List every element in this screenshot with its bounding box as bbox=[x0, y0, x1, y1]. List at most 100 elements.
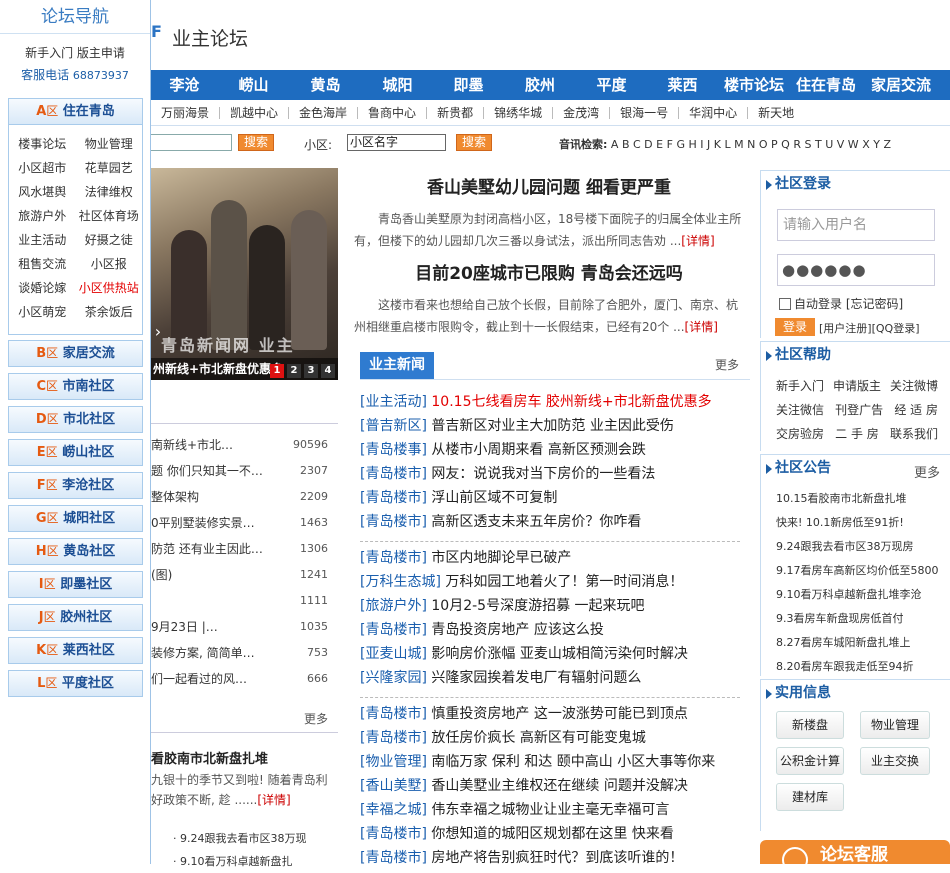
activity-detail-link[interactable]: [详情] bbox=[257, 793, 290, 807]
zone-h-header[interactable]: H区 黄岛社区 bbox=[8, 538, 143, 565]
news-category[interactable]: [兴隆家园] bbox=[360, 670, 427, 686]
fund-calculator-button[interactable]: 公积金计算 bbox=[776, 747, 844, 775]
news-category[interactable]: [幸福之城] bbox=[360, 802, 427, 818]
letter-link[interactable]: F bbox=[667, 138, 673, 151]
subnav-item[interactable]: 新贵都 bbox=[427, 106, 485, 119]
login-button[interactable]: 登录 bbox=[775, 318, 815, 336]
news-title[interactable]: 影响房价涨幅 亚麦山城相简污染何时解决 bbox=[431, 646, 687, 662]
help-link[interactable]: 关注微信 bbox=[776, 398, 824, 422]
nav-item[interactable]: 家居交流 bbox=[862, 70, 940, 100]
letter-link[interactable]: U bbox=[825, 138, 833, 151]
zone-a-link[interactable]: 风水堪舆 bbox=[9, 180, 76, 204]
password-input[interactable]: ●●●●●● bbox=[777, 254, 935, 286]
zone-a-header[interactable]: A区 住在青岛 bbox=[8, 98, 143, 125]
owner-exchange-button[interactable]: 业主交换 bbox=[860, 747, 930, 775]
help-link[interactable]: 交房验房 bbox=[776, 422, 824, 446]
news-category[interactable]: [青岛楼事] bbox=[360, 442, 427, 458]
letter-link[interactable]: B bbox=[622, 138, 630, 151]
customer-service-button[interactable]: 论坛客服 bbox=[760, 840, 950, 873]
news-title[interactable]: 网友：说说我对当下房价的一些看法 bbox=[431, 466, 655, 482]
notice-item[interactable]: 8.20看房车跟我走低至94折 bbox=[761, 655, 950, 679]
letter-link[interactable]: R bbox=[793, 138, 801, 151]
search-button[interactable]: 搜索 bbox=[238, 134, 274, 151]
letter-link[interactable]: H bbox=[688, 138, 696, 151]
zone-e-header[interactable]: E区 崂山社区 bbox=[8, 439, 143, 466]
letter-link[interactable]: G bbox=[676, 138, 685, 151]
topic-title[interactable]: 南新线+市北… bbox=[151, 432, 233, 458]
subnav-item[interactable]: 锦绣华城 bbox=[484, 106, 554, 119]
subnav-item[interactable]: 华润中心 bbox=[679, 106, 749, 119]
moderator-apply-link[interactable]: 版主申请 bbox=[77, 46, 125, 60]
letter-link[interactable]: V bbox=[837, 138, 845, 151]
news-item[interactable]: [青岛楼市] 网友：说说我对当下房价的一些看法 bbox=[360, 462, 740, 486]
slider-page-4[interactable]: 4 bbox=[321, 364, 335, 378]
nav-item[interactable]: 莱西 bbox=[647, 70, 718, 100]
nav-item[interactable]: 平度 bbox=[576, 70, 647, 100]
letter-link[interactable]: W bbox=[848, 138, 859, 151]
news-item[interactable]: [万科生态城] 万科如园工地着火了！第一时间消息！ bbox=[360, 570, 740, 594]
zone-a-link[interactable]: 法律维权 bbox=[76, 180, 143, 204]
help-link[interactable]: 关注微博 bbox=[890, 374, 938, 398]
zone-a-link[interactable]: 谈婚论嫁 bbox=[9, 276, 76, 300]
zone-a-link[interactable]: 物业管理 bbox=[76, 132, 143, 156]
building-material-button[interactable]: 建材库 bbox=[776, 783, 844, 811]
news-item[interactable]: [青岛楼市] 浮山前区域不可复制 bbox=[360, 486, 740, 510]
news-category[interactable]: [普吉新区] bbox=[360, 418, 427, 434]
topic-title[interactable]: 题 你们只知其一不… bbox=[151, 458, 263, 484]
list-item[interactable]: 防范 还有业主因此… 1306 bbox=[151, 536, 338, 562]
news-category[interactable]: [香山美墅] bbox=[360, 778, 427, 794]
auto-login-checkbox[interactable] bbox=[779, 298, 791, 310]
subnav-item[interactable]: 新天地 bbox=[748, 107, 804, 119]
help-link[interactable]: 申请版主 bbox=[833, 374, 881, 398]
notice-item[interactable]: 9.17看房车高新区均价低至5800 bbox=[761, 559, 950, 583]
news-title[interactable]: 伟东幸福之城物业让业主毫无幸福可言 bbox=[431, 802, 669, 818]
notice-more-link[interactable]: 更多 bbox=[914, 461, 940, 487]
news-category[interactable]: [青岛楼市] bbox=[360, 826, 427, 842]
letter-link[interactable]: Y bbox=[873, 138, 880, 151]
news-item[interactable]: [业主活动] 10.15七线看房车 胶州新线+市北新盘优惠多 bbox=[360, 390, 740, 414]
help-link[interactable]: 新手入门 bbox=[776, 374, 824, 398]
zone-a-link[interactable]: 好摄之徒 bbox=[76, 228, 143, 252]
letter-link[interactable]: M bbox=[734, 138, 744, 151]
news-category[interactable]: [物业管理] bbox=[360, 754, 427, 770]
news-category[interactable]: [青岛楼市] bbox=[360, 550, 427, 566]
zone-a-link[interactable]: 小区萌宠 bbox=[9, 300, 76, 324]
list-item[interactable]: (图) 1241 bbox=[151, 562, 338, 588]
zone-j-header[interactable]: J区 胶州社区 bbox=[8, 604, 143, 631]
letter-link[interactable]: S bbox=[804, 138, 811, 151]
news-title[interactable]: 放任房价疯长 高新区有可能变鬼城 bbox=[431, 730, 645, 746]
qq-login-link[interactable]: [QQ登录] bbox=[872, 322, 920, 335]
news-category[interactable]: [青岛楼市] bbox=[360, 622, 427, 638]
topic-title[interactable]: 们一起看过的风… bbox=[151, 666, 247, 692]
letter-link[interactable]: K bbox=[714, 138, 721, 151]
letter-link[interactable]: N bbox=[747, 138, 755, 151]
nav-item[interactable]: 李沧 bbox=[151, 70, 218, 100]
topic-title[interactable]: (图) bbox=[151, 562, 172, 588]
letter-link[interactable]: C bbox=[633, 138, 641, 151]
letter-link[interactable]: L bbox=[724, 138, 730, 151]
zone-a-link[interactable]: 业主活动 bbox=[9, 228, 76, 252]
news-item[interactable]: [物业管理] 南临万家 保利 和达 颐中高山 小区大事等你来 bbox=[360, 750, 740, 774]
news-item[interactable]: [幸福之城] 伟东幸福之城物业让业主毫无幸福可言 bbox=[360, 798, 740, 822]
subnav-item[interactable]: 金茂湾 bbox=[553, 106, 611, 119]
slider-page-2[interactable]: 2 bbox=[287, 364, 301, 378]
letter-link[interactable]: E bbox=[656, 138, 663, 151]
zone-f-header[interactable]: F区 李沧社区 bbox=[8, 472, 143, 499]
new-homes-button[interactable]: 新楼盘 bbox=[776, 711, 844, 739]
news-category[interactable]: [业主活动] bbox=[360, 394, 427, 410]
subnav-item[interactable]: 金色海岸 bbox=[289, 106, 359, 119]
zone-a-link[interactable]: 旅游户外 bbox=[9, 204, 76, 228]
news-title[interactable]: 高新区透支未来五年房价？你咋看 bbox=[431, 514, 641, 530]
news-title[interactable]: 香山美墅业主维权还在继续 问题并没解决 bbox=[431, 778, 687, 794]
notice-item[interactable]: 9.24跟我去看市区38万现房 bbox=[761, 535, 950, 559]
keyword-input[interactable] bbox=[149, 134, 232, 151]
letter-link[interactable]: O bbox=[759, 138, 768, 151]
news-title[interactable]: 从楼市小周期来看 高新区预测会跌 bbox=[431, 442, 645, 458]
news-category[interactable]: [青岛楼市] bbox=[360, 706, 427, 722]
news-item[interactable]: [普吉新区] 普吉新区对业主大加防范 业主因此受伤 bbox=[360, 414, 740, 438]
username-input[interactable]: 请输入用户名 bbox=[777, 209, 935, 241]
news-item[interactable]: [青岛楼市] 高新区透支未来五年房价？你咋看 bbox=[360, 510, 740, 534]
news-item[interactable]: [亚麦山城] 影响房价涨幅 亚麦山城相简污染何时解决 bbox=[360, 642, 740, 666]
notice-item[interactable]: 8.27看房车城阳新盘扎堆上 bbox=[761, 631, 950, 655]
letter-link[interactable]: X bbox=[862, 138, 870, 151]
